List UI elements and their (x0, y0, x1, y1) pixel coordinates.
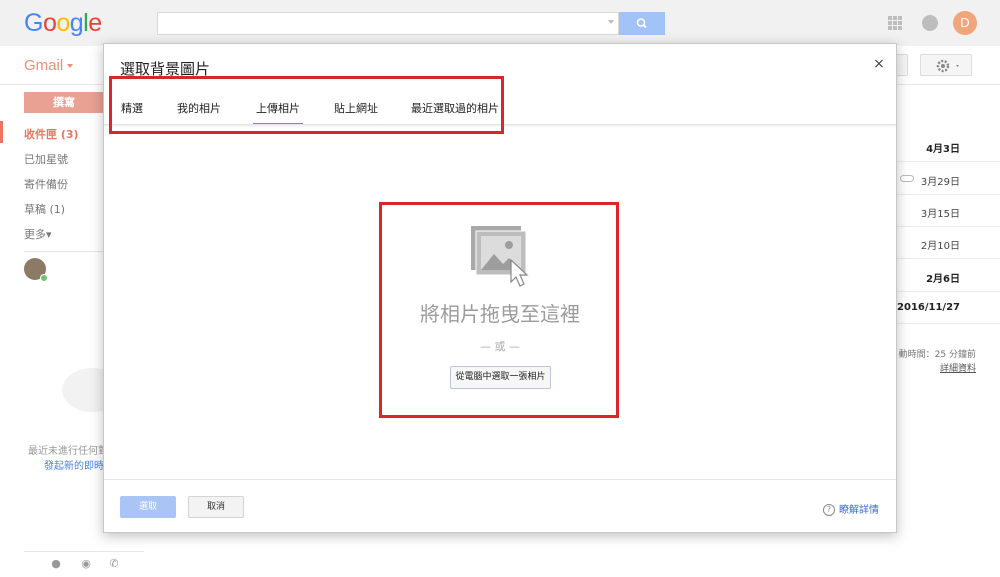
sidebar-item-starred[interactable]: 已加星號 (24, 151, 68, 167)
chevron-down-icon (67, 64, 74, 69)
highlight-box-tabs (109, 76, 504, 134)
apps-grid-icon[interactable] (888, 16, 902, 30)
row-divider (897, 226, 1000, 227)
background-picker-dialog: 選取背景圖片 × 精選 我的相片 上傳相片 貼上網址 最近選取過的相片 將相片拖… (103, 43, 897, 533)
top-bar: Google D (0, 0, 1000, 46)
gear-icon (936, 59, 959, 73)
sidebar-item-drafts[interactable]: 草稿 (1) (24, 201, 65, 217)
row-divider (897, 194, 1000, 195)
logo-letter: G (24, 9, 43, 37)
learn-more-link[interactable]: ? 瞭解詳情 (823, 501, 879, 516)
sidebar-item-inbox[interactable]: 收件匣 (3) (24, 126, 79, 142)
divider (24, 251, 104, 252)
close-icon[interactable]: × (872, 57, 886, 71)
divider (24, 551, 144, 552)
footer-divider (104, 479, 896, 480)
online-status-dot (40, 274, 48, 282)
cancel-button[interactable]: 取消 (188, 496, 244, 518)
gmail-menu[interactable]: Gmail (24, 57, 74, 74)
logo-letter: e (88, 9, 102, 37)
select-button[interactable]: 選取 (120, 496, 176, 518)
account-avatar[interactable]: D (953, 11, 977, 35)
search-options-chevron-icon[interactable] (608, 20, 614, 24)
chat-empty-text: 最近未進行任何對 (28, 446, 108, 457)
hangouts-avatar[interactable] (24, 258, 48, 282)
row-divider (897, 291, 1000, 292)
logo-letter: o (42, 9, 57, 37)
logo-letter: o (56, 9, 70, 37)
settings-button[interactable] (920, 54, 972, 76)
search-icon (636, 18, 647, 29)
logo-letter: g (69, 9, 84, 37)
row-divider (897, 258, 1000, 259)
learn-more-label: 瞭解詳情 (839, 505, 879, 516)
phone-icon[interactable]: ✆ (108, 558, 120, 570)
search-button[interactable] (619, 12, 665, 35)
sidebar-item-more[interactable]: 更多▾ (24, 226, 52, 242)
help-icon: ? (823, 504, 835, 516)
active-nav-indicator (0, 121, 3, 143)
row-divider (897, 323, 1000, 324)
highlight-box-upload-area (379, 202, 619, 418)
compose-button[interactable]: 撰寫 (24, 92, 104, 113)
gmail-label: Gmail (24, 57, 64, 74)
hangouts-icon[interactable]: ◉ (80, 558, 92, 570)
row-divider (897, 161, 1000, 162)
search-input[interactable] (157, 12, 619, 35)
sidebar-item-sent[interactable]: 寄件備份 (24, 176, 68, 192)
person-icon[interactable]: ● (50, 558, 62, 570)
last-activity-text: 動時間：25 分鐘前 (898, 350, 976, 360)
notifications-bell-icon[interactable] (922, 15, 938, 31)
details-link[interactable]: 詳細資料 (940, 361, 976, 374)
google-logo[interactable]: Google (24, 9, 102, 38)
